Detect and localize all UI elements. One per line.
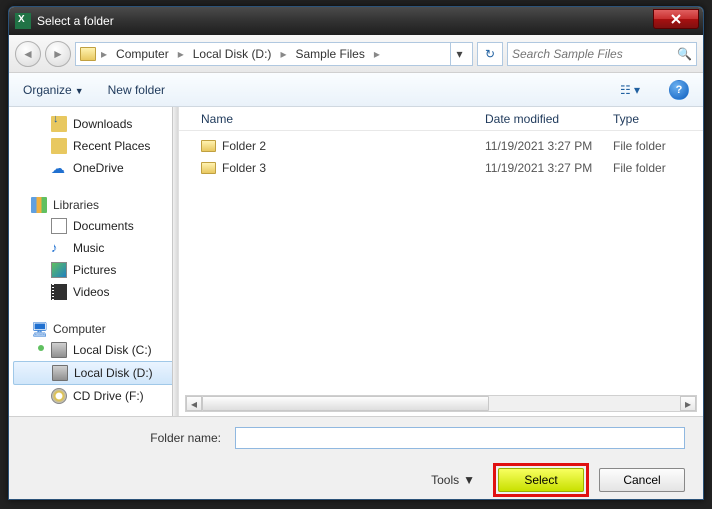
scroll-right-icon[interactable]: ▸ <box>680 396 696 411</box>
sidebar-item-videos[interactable]: Videos <box>9 281 178 303</box>
chevron-down-icon: ▼ <box>72 86 84 96</box>
tools-label: Tools <box>431 473 459 487</box>
breadcrumb-item[interactable]: Local Disk (D:) <box>189 45 276 63</box>
breadcrumb-dropdown[interactable]: ▾ <box>450 43 468 65</box>
chevron-right-icon: ▸ <box>277 47 289 61</box>
toolbar: Organize▼ New folder ☷ ▾ ? <box>9 73 703 107</box>
sidebar-group-libraries[interactable]: Libraries <box>9 193 178 215</box>
column-header-name[interactable]: Name <box>179 112 475 126</box>
recent-icon <box>51 138 67 154</box>
file-row[interactable]: Folder 2 11/19/2021 3:27 PM File folder <box>179 135 703 157</box>
sidebar-item-documents[interactable]: Documents <box>9 215 178 237</box>
sidebar-item-disk-d[interactable]: Local Disk (D:) <box>13 361 174 385</box>
sidebar-item-pictures[interactable]: Pictures <box>9 259 178 281</box>
sidebar-item-label: Pictures <box>73 263 116 277</box>
window-title: Select a folder <box>37 14 653 28</box>
breadcrumb-item[interactable]: Computer <box>112 45 173 63</box>
organize-label: Organize <box>23 83 72 97</box>
search-input[interactable] <box>512 47 677 61</box>
view-options-button[interactable]: ☷ ▾ <box>615 79 645 101</box>
select-button[interactable]: Select <box>498 468 584 492</box>
column-header-type[interactable]: Type <box>603 112 703 126</box>
titlebar: Select a folder <box>9 7 703 35</box>
computer-icon: 🖥 <box>31 321 47 337</box>
organize-menu[interactable]: Organize▼ <box>23 83 84 97</box>
search-icon: 🔍 <box>677 47 692 61</box>
disk-icon <box>51 342 67 358</box>
sidebar-item-label: Local Disk (D:) <box>74 366 153 380</box>
libraries-icon <box>31 197 47 213</box>
nav-back-button[interactable]: ◄ <box>15 41 41 67</box>
scroll-left-icon[interactable]: ◂ <box>186 396 202 411</box>
search-box[interactable]: 🔍 <box>507 42 697 66</box>
navigation-pane: Downloads Recent Places ☁ OneDrive Librar… <box>9 107 179 416</box>
sidebar-splitter[interactable] <box>172 107 178 416</box>
main-area: Downloads Recent Places ☁ OneDrive Librar… <box>9 107 703 417</box>
chevron-right-icon: ▸ <box>175 47 187 61</box>
sidebar-item-label: Videos <box>73 285 109 299</box>
folder-name-label: Folder name: <box>27 431 227 445</box>
folder-picker-dialog: Select a folder ◄ ► ▸ Computer ▸ Local D… <box>8 6 704 500</box>
breadcrumb-item[interactable]: Sample Files <box>291 45 368 63</box>
sidebar-item-onedrive[interactable]: ☁ OneDrive <box>9 157 178 179</box>
file-list: Name Date modified Type Folder 2 11/19/2… <box>179 107 703 416</box>
chevron-right-icon: ▸ <box>98 47 110 61</box>
folder-icon <box>80 47 96 61</box>
chevron-down-icon: ▼ <box>463 473 475 487</box>
sidebar-item-label: Local Disk (C:) <box>73 343 152 357</box>
navigation-bar: ◄ ► ▸ Computer ▸ Local Disk (D:) ▸ Sampl… <box>9 35 703 73</box>
horizontal-scrollbar[interactable]: ◂ ▸ <box>185 395 697 412</box>
breadcrumb[interactable]: ▸ Computer ▸ Local Disk (D:) ▸ Sample Fi… <box>75 42 473 66</box>
file-list-body: Folder 2 11/19/2021 3:27 PM File folder … <box>179 131 703 416</box>
folder-icon <box>201 162 216 174</box>
sidebar-item-label: OneDrive <box>73 161 124 175</box>
pictures-icon <box>51 262 67 278</box>
chevron-right-icon: ▸ <box>371 47 383 61</box>
select-button-highlight: Select <box>493 463 589 497</box>
scroll-track[interactable] <box>202 396 680 411</box>
sidebar-item-label: Documents <box>73 219 134 233</box>
excel-app-icon <box>15 13 31 29</box>
close-icon <box>670 14 682 24</box>
refresh-button[interactable]: ↻ <box>477 42 503 66</box>
music-icon: ♪ <box>51 240 67 256</box>
folder-icon <box>201 140 216 152</box>
dialog-footer: Folder name: Tools ▼ Select Cancel <box>9 417 703 500</box>
sidebar-item-music[interactable]: ♪ Music <box>9 237 178 259</box>
column-headers: Name Date modified Type <box>179 107 703 131</box>
folder-name-input[interactable] <box>235 427 685 449</box>
onedrive-icon: ☁ <box>51 160 67 176</box>
disk-icon <box>52 365 68 381</box>
videos-icon <box>51 284 67 300</box>
tools-menu[interactable]: Tools ▼ <box>431 473 475 487</box>
sidebar-item-cd-drive[interactable]: CD Drive (F:) <box>9 385 178 407</box>
sidebar-item-label: CD Drive (F:) <box>73 389 144 403</box>
sidebar-item-label: Downloads <box>73 117 132 131</box>
sidebar-item-label: Recent Places <box>73 139 150 153</box>
file-row[interactable]: Folder 3 11/19/2021 3:27 PM File folder <box>179 157 703 179</box>
file-date: 11/19/2021 3:27 PM <box>475 139 603 153</box>
downloads-icon <box>51 116 67 132</box>
sidebar-group-label: Libraries <box>53 198 99 212</box>
column-header-date[interactable]: Date modified <box>475 112 603 126</box>
sidebar-group-computer[interactable]: 🖥 Computer <box>9 317 178 339</box>
new-folder-button[interactable]: New folder <box>108 83 165 97</box>
cd-icon <box>51 388 67 404</box>
documents-icon <box>51 218 67 234</box>
sidebar-item-recent[interactable]: Recent Places <box>9 135 178 157</box>
nav-forward-button[interactable]: ► <box>45 41 71 67</box>
cancel-button[interactable]: Cancel <box>599 468 685 492</box>
sidebar-group-label: Computer <box>53 322 106 336</box>
sidebar-item-disk-c[interactable]: Local Disk (C:) <box>9 339 178 361</box>
sidebar-item-label: Music <box>73 241 104 255</box>
file-type: File folder <box>603 161 703 175</box>
file-name: Folder 2 <box>222 139 266 153</box>
help-button[interactable]: ? <box>669 80 689 100</box>
close-button[interactable] <box>653 9 699 29</box>
sidebar-item-downloads[interactable]: Downloads <box>9 113 178 135</box>
file-date: 11/19/2021 3:27 PM <box>475 161 603 175</box>
file-name: Folder 3 <box>222 161 266 175</box>
scroll-thumb[interactable] <box>202 396 489 411</box>
file-type: File folder <box>603 139 703 153</box>
